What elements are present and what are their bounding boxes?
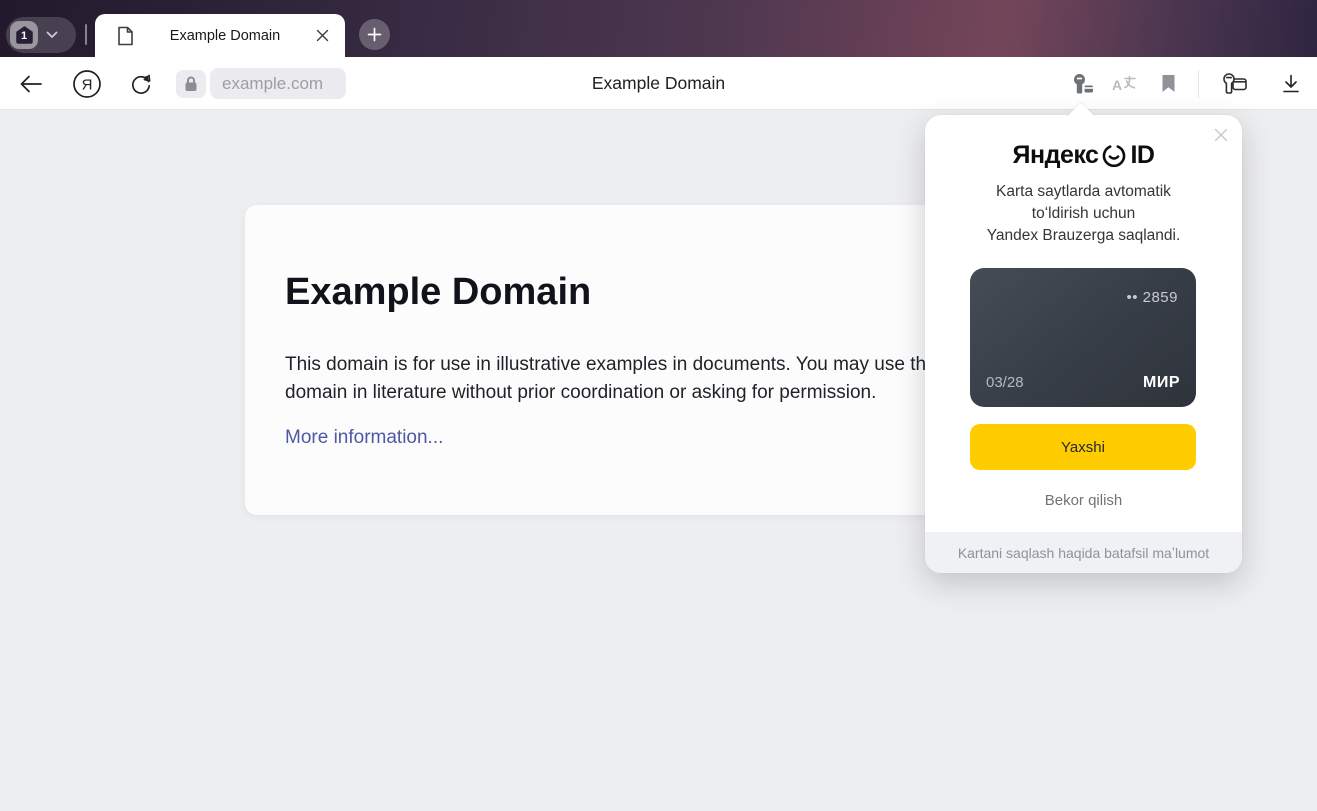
bookmark-button[interactable] [1149, 57, 1187, 110]
site-security-button[interactable] [176, 70, 206, 98]
refresh-button[interactable] [122, 57, 160, 110]
id-brand-text: ID [1130, 141, 1154, 170]
url-text: example.com [222, 74, 323, 94]
popup-footer-link[interactable]: Kartani saqlash haqida batafsil maʼlumot [925, 532, 1242, 573]
yandex-logo-icon: Я [72, 69, 102, 99]
yandex-home-button[interactable]: Я [68, 57, 106, 110]
card-masked-number: •• 2859 [1126, 289, 1178, 306]
tabbar-divider [85, 24, 87, 45]
svg-text:Я: Я [82, 76, 93, 93]
mir-logo: МИР [1143, 374, 1180, 392]
save-card-popup: Яндекс ID Karta saytlarda avtomatik toʻl… [925, 115, 1242, 573]
translate-button[interactable]: A [1105, 57, 1143, 110]
message-line-2: toʻldirish uchun [925, 203, 1242, 225]
card-expiry: 03/28 [986, 374, 1024, 391]
tab-counter-badge[interactable]: 1 [10, 21, 38, 49]
more-information-link[interactable]: More information... [285, 427, 443, 449]
download-icon [1282, 74, 1300, 94]
popup-message: Karta saytlarda avtomatik toʻldirish uch… [925, 181, 1242, 247]
protect-passwords-button[interactable] [1213, 57, 1255, 110]
toolbar: Я example.com [0, 57, 1317, 110]
active-tab[interactable]: Example Domain [95, 14, 345, 57]
key-wallet-icon [1221, 72, 1248, 96]
tab-close-icon[interactable] [316, 29, 329, 42]
back-button[interactable] [12, 57, 50, 110]
address-bar[interactable]: example.com [210, 68, 346, 99]
yandex-brand-text: Яндекс [1013, 141, 1099, 170]
plus-icon [367, 27, 382, 42]
tab-title: Example Domain [134, 28, 316, 44]
cancel-button[interactable]: Bekor qilish [925, 492, 1242, 509]
yandex-id-logo: Яндекс ID [925, 141, 1242, 170]
tab-counter-pill[interactable]: 1 [6, 17, 76, 53]
new-tab-button[interactable] [359, 19, 390, 50]
translate-icon: A [1112, 74, 1136, 94]
smiley-icon [1102, 144, 1126, 168]
refresh-icon [130, 73, 152, 95]
body-line-1: This domain is for use in illustrative e… [285, 351, 940, 379]
tab-bar: 1 Example Domain [0, 0, 1317, 57]
key-card-icon [1073, 73, 1094, 95]
message-line-3: Yandex Brauzerga saqlandi. [925, 225, 1242, 247]
page-body: This domain is for use in illustrative e… [285, 351, 940, 406]
tab-count: 1 [15, 29, 34, 43]
svg-text:A: A [1112, 77, 1122, 93]
chevron-down-icon [46, 31, 58, 39]
saved-cards-button[interactable] [1064, 57, 1102, 110]
arrow-left-icon [19, 75, 43, 93]
message-line-1: Karta saytlarda avtomatik [925, 181, 1242, 203]
bank-card-preview: •• 2859 03/28 МИР [970, 268, 1196, 407]
downloads-button[interactable] [1272, 57, 1310, 110]
bookmark-icon [1161, 74, 1176, 93]
page-document-icon [117, 26, 134, 46]
page-heading: Example Domain [285, 271, 591, 314]
house-badge-icon: 1 [15, 26, 34, 45]
confirm-button[interactable]: Yaxshi [970, 424, 1196, 470]
toolbar-divider [1198, 70, 1199, 98]
browser-window: 1 Example Domain [0, 0, 1317, 811]
body-line-2: domain in literature without prior coord… [285, 379, 940, 407]
lock-icon [184, 76, 198, 92]
